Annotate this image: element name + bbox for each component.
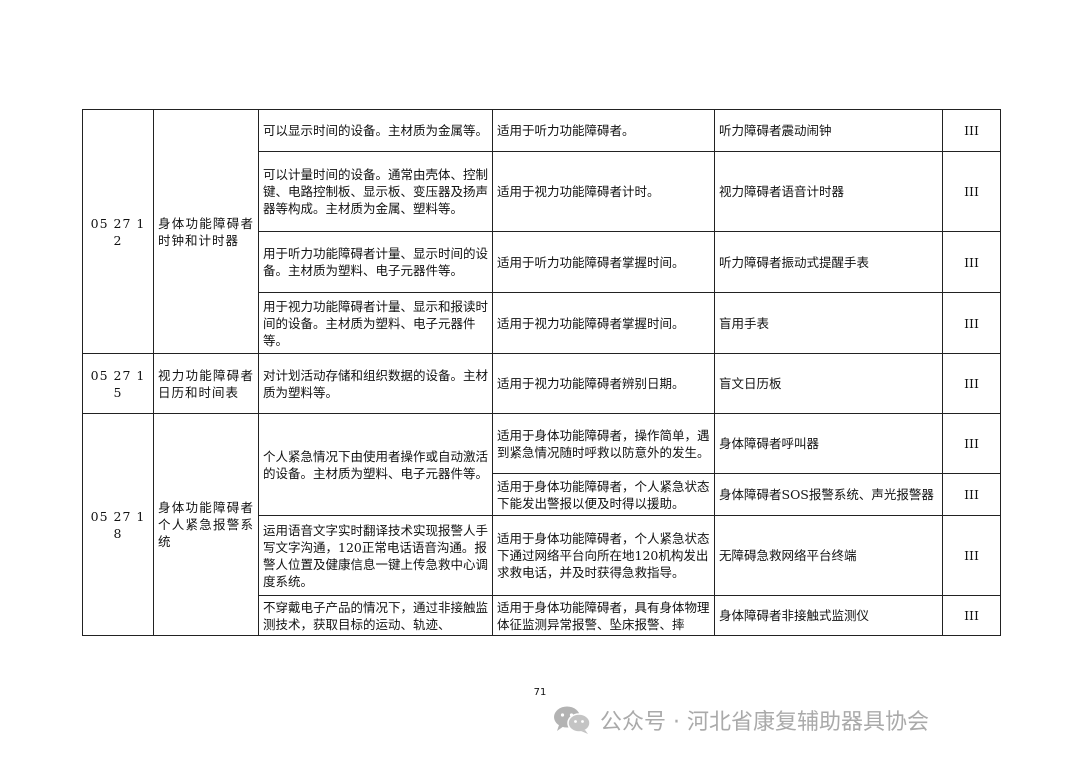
category-name: 视力功能障碍者日历和时间表 (153, 353, 259, 414)
wechat-icon (554, 706, 591, 734)
product-name-cell: 盲文日历板 (714, 353, 943, 414)
management-class-cell: III (942, 109, 1001, 152)
intended-use-cell: 适用于听力功能障碍者掌握时间。 (492, 231, 715, 293)
description-cell: 不穿戴电子产品的情况下，通过非接触监测技术，获取目标的运动、轨迹、 (258, 595, 493, 636)
product-table: 05 27 12 身体功能障碍者时钟和计时器 可以显示时间的设备。主材质为金属等… (82, 109, 1001, 636)
intended-use-cell: 适用于视力功能障碍者掌握时间。 (492, 292, 715, 354)
management-class-cell: III (942, 151, 1001, 232)
category-code: 05 27 18 (82, 413, 154, 636)
description-cell: 可以显示时间的设备。主材质为金属等。 (258, 109, 493, 152)
watermark-text: 公众号 · 河北省康复辅助器具协会 (600, 710, 929, 735)
product-name-cell: 身体障碍者SOS报警系统、声光报警器 (714, 473, 943, 516)
management-class-cell: III (942, 231, 1001, 293)
description-cell: 对计划活动存储和组织数据的设备。主材质为塑料等。 (258, 353, 493, 414)
table-row: 05 27 18 身体功能障碍者个人紧急报警系统 个人紧急情况下由使用者操作或自… (82, 413, 1001, 636)
intended-use-cell: 适用于身体功能障碍者，操作简单，遇到紧急情况随时呼救以防意外的发生。 (492, 413, 715, 474)
product-name-cell: 身体障碍者非接触式监测仪 (714, 595, 943, 636)
management-class-cell: III (942, 473, 1001, 516)
intended-use-text: 适用于身体功能障碍者，具有身体物理体征监测异常报警、坠床报警、摔 (497, 599, 710, 632)
description-text: 不穿戴电子产品的情况下，通过非接触监测技术，获取目标的运动、轨迹、 (263, 599, 488, 632)
management-class-cell: III (942, 292, 1001, 354)
product-name-cell: 听力障碍者震动闹钟 (714, 109, 943, 152)
product-name-cell: 无障碍急救网络平台终端 (714, 515, 943, 596)
intended-use-cell: 适用于听力功能障碍者。 (492, 109, 715, 152)
description-cell: 用于视力功能障碍者计量、显示和报读时间的设备。主材质为塑料、电子元器件等。 (258, 292, 493, 354)
product-name-cell: 视力障碍者语音计时器 (714, 151, 943, 232)
category-code: 05 27 15 (82, 353, 154, 414)
product-name-cell: 身体障碍者呼叫器 (714, 413, 943, 474)
watermark: 公众号 · 河北省康复辅助器具协会 (552, 702, 929, 738)
intended-use-cell: 适用于身体功能障碍者，个人紧急状态下能发出警报以便及时得以援助。 (492, 473, 715, 516)
management-class-cell: III (942, 595, 1001, 636)
management-class-cell: III (942, 515, 1001, 596)
category-code: 05 27 12 (82, 109, 154, 354)
table-row: 05 27 15 视力功能障碍者日历和时间表 对计划活动存储和组织数据的设备。主… (82, 353, 1001, 414)
management-class-cell: III (942, 353, 1001, 414)
description-cell: 用于听力功能障碍者计量、显示时间的设备。主材质为塑料、电子元器件等。 (258, 231, 493, 293)
description-cell: 可以计量时间的设备。通常由壳体、控制键、电路控制板、显示板、变压器及扬声器等构成… (258, 151, 493, 232)
intended-use-cell: 适用于身体功能障碍者，具有身体物理体征监测异常报警、坠床报警、摔 (492, 595, 715, 636)
product-name-cell: 盲用手表 (714, 292, 943, 354)
description-cell: 运用语音文字实时翻译技术实现报警人手写文字沟通，120正常电话语音沟通。报警人位… (258, 515, 493, 596)
page-number: 71 (533, 687, 547, 698)
category-name: 身体功能障碍者个人紧急报警系统 (153, 413, 259, 636)
table-row: 05 27 12 身体功能障碍者时钟和计时器 可以显示时间的设备。主材质为金属等… (82, 109, 1001, 354)
description-cell: 个人紧急情况下由使用者操作或自动激活的设备。主材质为塑料、电子元器件等。 (258, 413, 493, 516)
intended-use-cell: 适用于身体功能障碍者，个人紧急状态下通过网络平台向所在地120机构发出求救电话，… (492, 515, 715, 596)
intended-use-cell: 适用于视力功能障碍者计时。 (492, 151, 715, 232)
category-name: 身体功能障碍者时钟和计时器 (153, 109, 259, 354)
management-class-cell: III (942, 413, 1001, 474)
product-name-cell: 听力障碍者振动式提醒手表 (714, 231, 943, 293)
intended-use-cell: 适用于视力功能障碍者辨别日期。 (492, 353, 715, 414)
